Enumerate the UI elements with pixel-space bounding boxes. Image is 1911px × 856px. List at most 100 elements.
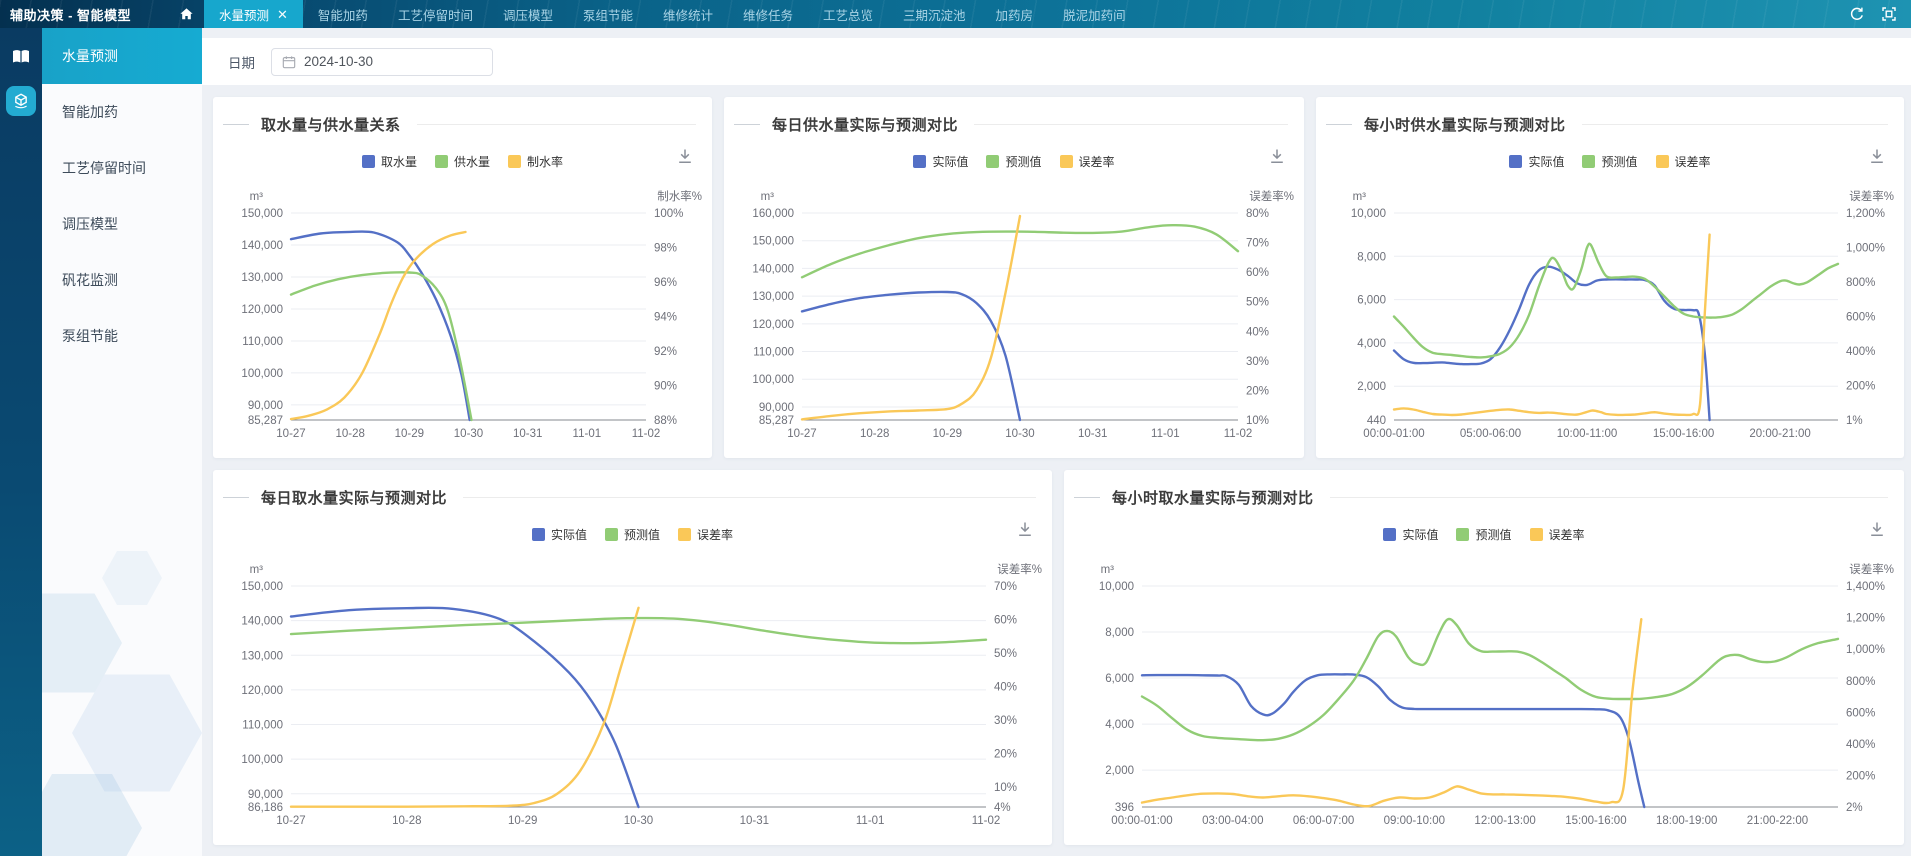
refresh-icon[interactable] — [1849, 6, 1865, 22]
download-icon[interactable] — [676, 147, 694, 170]
svg-text:10-27: 10-27 — [276, 428, 305, 440]
svg-text:m³: m³ — [250, 191, 264, 203]
legend-item-误差率[interactable]: 误差率 — [1060, 153, 1115, 170]
chart-title: 每小时供水量实际与预测对比 — [1364, 114, 1566, 135]
svg-text:m³: m³ — [1353, 191, 1367, 203]
legend-label: 实际值 — [1528, 153, 1564, 170]
sidebar-item-工艺停留时间[interactable]: 工艺停留时间 — [42, 140, 202, 196]
legend-item-误差率[interactable]: 误差率 — [1530, 526, 1585, 543]
sidebar-item-调压模型[interactable]: 调压模型 — [42, 196, 202, 252]
legend-item-预测值[interactable]: 预测值 — [1456, 526, 1511, 543]
legend-label: 预测值 — [1475, 526, 1511, 543]
fullscreen-icon[interactable] — [1881, 6, 1897, 22]
svg-text:10-30: 10-30 — [454, 428, 483, 440]
legend-item-实际值[interactable]: 实际值 — [913, 153, 968, 170]
icon-rail — [0, 28, 42, 856]
calendar-icon — [282, 55, 296, 69]
tab-label: 工艺停留时间 — [398, 5, 473, 24]
sidebar-item-水量预测[interactable]: 水量预测 — [42, 28, 202, 84]
legend-label: 预测值 — [1601, 153, 1637, 170]
svg-text:130,000: 130,000 — [241, 272, 283, 284]
chart-legend: 取水量 供水量 制水率 — [213, 147, 712, 175]
svg-text:11-02: 11-02 — [1224, 428, 1253, 440]
svg-text:150,000: 150,000 — [241, 208, 283, 220]
chart-legend: 实际值 预测值 误差率 — [213, 520, 1052, 548]
sidebar-item-矾花监测[interactable]: 矾花监测 — [42, 252, 202, 308]
legend-item-实际值[interactable]: 实际值 — [1383, 526, 1438, 543]
home-button[interactable] — [168, 0, 204, 28]
svg-text:140,000: 140,000 — [752, 263, 794, 275]
svg-text:100,000: 100,000 — [241, 754, 283, 766]
legend-label: 误差率 — [1675, 153, 1711, 170]
download-icon[interactable] — [1268, 147, 1286, 170]
model-cube-icon — [12, 92, 30, 110]
sidebar-menu: 水量预测智能加药工艺停留时间调压模型矾花监测泵组节能 — [42, 28, 202, 856]
tab-脱泥加药间[interactable]: 脱泥加药间 — [1048, 0, 1141, 28]
tab-工艺停留时间[interactable]: 工艺停留时间 — [383, 0, 488, 28]
svg-text:11-01: 11-01 — [856, 815, 885, 827]
svg-text:10-29: 10-29 — [508, 815, 537, 827]
series-误差率 — [1394, 235, 1710, 415]
legend-item-实际值[interactable]: 实际值 — [532, 526, 587, 543]
svg-text:200%: 200% — [1846, 771, 1875, 783]
tab-调压模型[interactable]: 调压模型 — [488, 0, 568, 28]
svg-text:1,200%: 1,200% — [1846, 613, 1885, 625]
svg-text:09:00-10:00: 09:00-10:00 — [1384, 815, 1445, 827]
download-icon[interactable] — [1868, 147, 1886, 170]
svg-text:50%: 50% — [994, 648, 1017, 660]
tab-泵组节能[interactable]: 泵组节能 — [568, 0, 648, 28]
chart-canvas[interactable]: 85,28790,000100,000110,000120,000130,000… — [724, 183, 1304, 454]
filter-bar: 日期 2024-10-30 — [202, 38, 1911, 85]
legend-swatch — [678, 528, 691, 541]
hexagon-watermark — [102, 548, 162, 608]
tab-close-icon[interactable]: ✕ — [277, 8, 288, 21]
sidebar-item-智能加药[interactable]: 智能加药 — [42, 84, 202, 140]
chart-canvas[interactable]: 3962,0004,0006,0008,00010,0002%200%400%6… — [1064, 556, 1904, 841]
legend-item-误差率[interactable]: 误差率 — [678, 526, 733, 543]
rail-book-button[interactable] — [6, 42, 36, 72]
legend-item-预测值[interactable]: 预测值 — [605, 526, 660, 543]
svg-text:10%: 10% — [1246, 415, 1269, 427]
legend-item-预测值[interactable]: 预测值 — [1582, 153, 1637, 170]
svg-text:10-30: 10-30 — [1005, 428, 1034, 440]
svg-text:11-02: 11-02 — [632, 428, 661, 440]
series-预测值 — [291, 618, 986, 643]
chart-canvas[interactable]: 86,18690,000100,000110,000120,000130,000… — [213, 556, 1052, 841]
legend-label: 误差率 — [1549, 526, 1585, 543]
tab-智能加药[interactable]: 智能加药 — [303, 0, 383, 28]
svg-text:2,000: 2,000 — [1357, 381, 1386, 393]
tab-维修统计[interactable]: 维修统计 — [648, 0, 728, 28]
title-divider — [463, 497, 1036, 498]
rail-model-button[interactable] — [6, 86, 36, 116]
chart-canvas[interactable]: 4402,0004,0006,0008,00010,0001%200%400%6… — [1316, 183, 1904, 454]
tab-加药房[interactable]: 加药房 — [981, 0, 1049, 28]
svg-text:15:00-16:00: 15:00-16:00 — [1653, 428, 1714, 440]
tab-水量预测[interactable]: 水量预测 ✕ — [204, 0, 303, 28]
date-input[interactable]: 2024-10-30 — [271, 48, 493, 76]
chart-canvas[interactable]: 85,28790,000100,000110,000120,000130,000… — [213, 183, 712, 454]
legend-item-实际值[interactable]: 实际值 — [1509, 153, 1564, 170]
chart-title: 每小时取水量实际与预测对比 — [1112, 487, 1314, 508]
legend-item-制水率[interactable]: 制水率 — [508, 153, 563, 170]
svg-text:396: 396 — [1115, 802, 1134, 814]
svg-text:120,000: 120,000 — [241, 304, 283, 316]
legend-item-预测值[interactable]: 预测值 — [986, 153, 1041, 170]
tab-维修任务[interactable]: 维修任务 — [728, 0, 808, 28]
svg-text:m³: m³ — [1101, 564, 1115, 576]
legend-swatch — [435, 155, 448, 168]
download-icon[interactable] — [1868, 520, 1886, 543]
tab-工艺总览[interactable]: 工艺总览 — [808, 0, 888, 28]
tab-三期沉淀池[interactable]: 三期沉淀池 — [888, 0, 981, 28]
tab-label: 水量预测 — [219, 5, 269, 24]
legend-item-供水量[interactable]: 供水量 — [435, 153, 490, 170]
svg-text:10-27: 10-27 — [787, 428, 816, 440]
svg-text:11-02: 11-02 — [972, 815, 1001, 827]
legend-item-取水量[interactable]: 取水量 — [362, 153, 417, 170]
legend-label: 实际值 — [551, 526, 587, 543]
svg-text:20:00-21:00: 20:00-21:00 — [1749, 428, 1810, 440]
download-icon[interactable] — [1016, 520, 1034, 543]
legend-item-误差率[interactable]: 误差率 — [1656, 153, 1711, 170]
title-divider — [417, 124, 696, 125]
chart-card-hourly-intake: 每小时取水量实际与预测对比 实际值 预测值 误差率 3962,0004,0006,0… — [1064, 470, 1904, 845]
sidebar-item-泵组节能[interactable]: 泵组节能 — [42, 308, 202, 364]
